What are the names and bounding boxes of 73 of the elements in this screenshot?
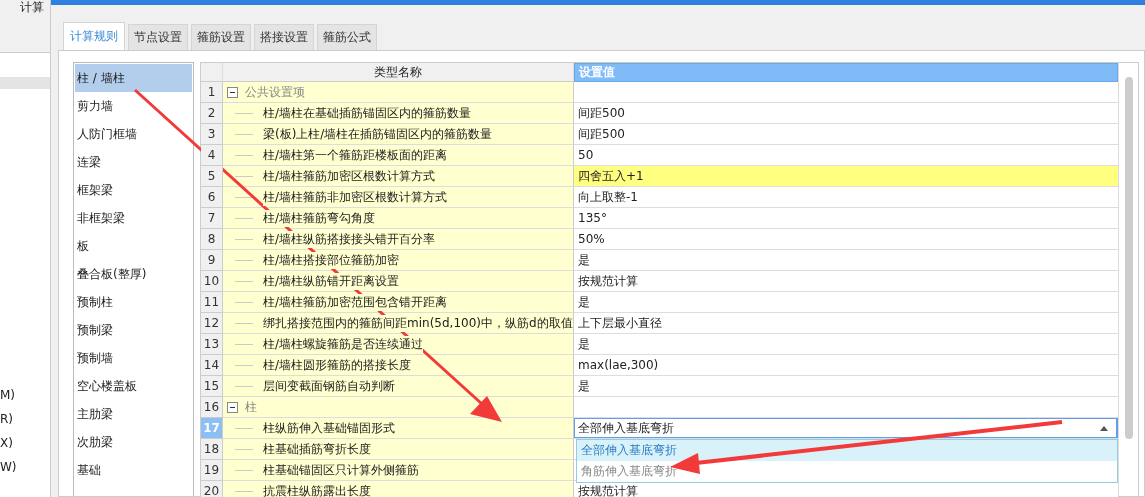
category-item[interactable]: 主肋梁 xyxy=(75,400,192,428)
setting-name: 层间变截面钢筋自动判断 xyxy=(263,377,395,395)
row-number[interactable]: 19 xyxy=(201,460,223,481)
category-item[interactable]: 空心楼盖板 xyxy=(75,372,192,400)
setting-name: 柱/墙柱箍筋非加密区根数计算方式 xyxy=(263,188,448,206)
group-label: 柱 xyxy=(245,398,257,416)
tab[interactable]: 节点设置 xyxy=(128,24,188,50)
setting-name: 抗震柱纵筋露出长度 xyxy=(263,482,371,497)
category-item[interactable]: 预制墙 xyxy=(75,344,192,372)
menu-item[interactable]: R) xyxy=(0,411,50,428)
category-item[interactable]: 次肋梁 xyxy=(75,428,192,456)
category-item[interactable]: 剪力墙 xyxy=(75,92,192,120)
setting-name: 柱/墙柱圆形箍筋的搭接长度 xyxy=(263,356,412,374)
menu-item[interactable]: W) xyxy=(0,459,50,476)
setting-name: 柱基础插筋弯折长度 xyxy=(263,440,371,458)
row-number[interactable]: 18 xyxy=(201,439,223,460)
category-item[interactable]: 预制梁 xyxy=(75,316,192,344)
window-title: 计算 xyxy=(19,0,45,14)
tab[interactable]: 箍筋设置 xyxy=(191,24,251,50)
group-label: 公共设置项 xyxy=(245,83,305,101)
tab[interactable]: 箍筋公式 xyxy=(317,24,377,50)
setting-name: 绑扎搭接范围内的箍筋间距min(5d,100)中，纵筋d的取值 xyxy=(263,314,573,332)
category-item[interactable]: 非框架梁 xyxy=(75,204,192,232)
setting-name: 柱纵筋伸入基础锚固形式 xyxy=(263,419,395,437)
row-number[interactable]: 16 xyxy=(201,397,223,418)
caret-icon xyxy=(1100,425,1108,431)
collapse-icon[interactable] xyxy=(227,86,238,98)
category-item[interactable]: 人防门框墙 xyxy=(75,120,192,148)
row-number[interactable]: 11 xyxy=(201,292,223,313)
header-corner xyxy=(201,63,223,82)
setting-name: 柱/墙柱螺旋箍筋是否连续通过 xyxy=(263,335,424,353)
row-number[interactable]: 10 xyxy=(201,271,223,292)
dropdown-option[interactable]: 全部伸入基底弯折 xyxy=(577,440,1117,461)
row-number[interactable]: 5 xyxy=(201,166,223,187)
setting-name: 梁(板)上柱/墙柱在插筋锚固区内的箍筋数量 xyxy=(263,125,493,143)
row-number[interactable]: 2 xyxy=(201,103,223,124)
row-number[interactable]: 15 xyxy=(201,376,223,397)
collapse-icon[interactable] xyxy=(227,401,238,413)
setting-value[interactable]: 四舍五入+1 xyxy=(574,166,1118,187)
setting-name: 柱/墙柱箍筋弯勾角度 xyxy=(263,209,376,227)
setting-name: 柱/墙柱箍筋加密范围包含错开距离 xyxy=(263,293,448,311)
row-number[interactable]: 9 xyxy=(201,250,223,271)
category-item[interactable]: 板 xyxy=(75,232,192,260)
setting-name: 柱/墙柱箍筋加密区根数计算方式 xyxy=(263,167,436,185)
row-number[interactable]: 7 xyxy=(201,208,223,229)
row-number[interactable]: 13 xyxy=(201,334,223,355)
row-number[interactable]: 6 xyxy=(201,187,223,208)
row-number[interactable]: 3 xyxy=(201,124,223,145)
scrollbar-thumb[interactable] xyxy=(1124,77,1133,439)
setting-name: 柱/墙柱纵筋错开距离设置 xyxy=(263,272,400,290)
category-item[interactable]: 柱 / 墙柱 xyxy=(75,64,192,92)
row-number[interactable]: 8 xyxy=(201,229,223,250)
row-number[interactable]: 1 xyxy=(201,82,223,103)
menu-item[interactable]: X) xyxy=(0,435,50,452)
row-number[interactable]: 14 xyxy=(201,355,223,376)
category-item[interactable]: 预制柱 xyxy=(75,288,192,316)
setting-name: 柱/墙柱第一个箍筋距楼板面的距离 xyxy=(263,146,448,164)
tab[interactable]: 计算规则 xyxy=(63,22,125,50)
dropdown-field[interactable]: 全部伸入基底弯折 xyxy=(574,418,1118,438)
row-number[interactable]: 4 xyxy=(201,145,223,166)
setting-name: 柱/墙柱在基础插筋锚固区内的箍筋数量 xyxy=(263,104,472,122)
setting-name: 柱基础锚固区只计算外侧箍筋 xyxy=(263,461,419,479)
category-item[interactable]: 基础 xyxy=(75,456,192,484)
setting-name: 柱/墙柱纵筋搭接接头错开百分率 xyxy=(263,230,436,248)
category-item[interactable]: 连梁 xyxy=(75,148,192,176)
row-number[interactable]: 12 xyxy=(201,313,223,334)
column-header[interactable]: 类型名称 xyxy=(223,63,574,82)
menu-item[interactable]: M) xyxy=(0,387,50,404)
row-number[interactable]: 20 xyxy=(201,481,223,497)
category-item[interactable]: 叠合板(整厚) xyxy=(75,260,192,288)
tab[interactable]: 搭接设置 xyxy=(254,24,314,50)
category-item[interactable]: 框架梁 xyxy=(75,176,192,204)
setting-name: 柱/墙柱搭接部位箍筋加密 xyxy=(263,251,400,269)
